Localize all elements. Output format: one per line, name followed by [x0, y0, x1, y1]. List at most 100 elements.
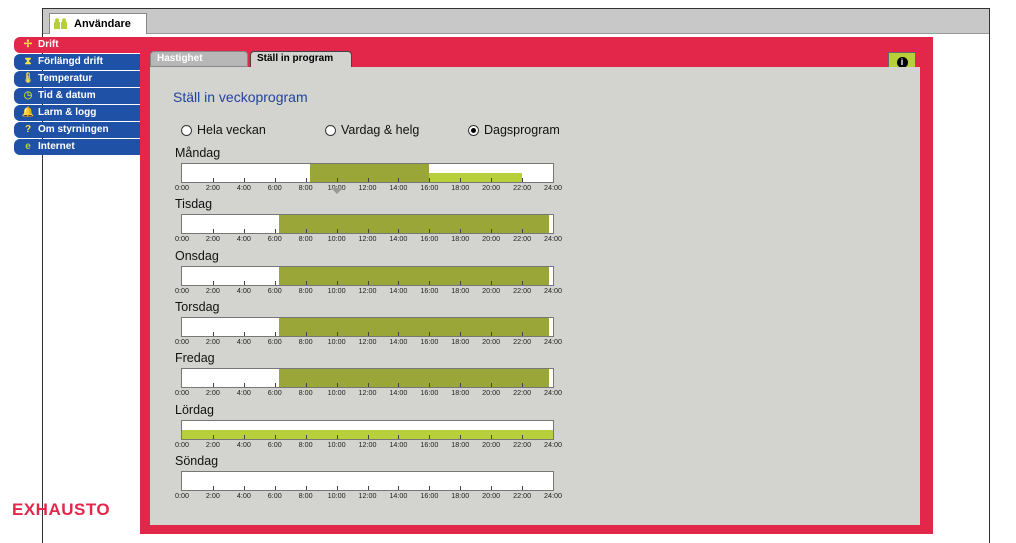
- radio-label: Hela veckan: [197, 123, 266, 137]
- tick-label: 2:00: [205, 388, 220, 398]
- time-axis: 0:00 2:00 4:00 6:00 8:00 10:00 12:00 14:00 16:00…: [175, 388, 562, 400]
- tab-anvandare[interactable]: Användare: [49, 13, 147, 34]
- tick-label: 2:00: [205, 336, 220, 346]
- tick-label: 10:00: [327, 388, 346, 398]
- tick-label: 0:00: [175, 336, 189, 346]
- tick-label: 2:00: [205, 439, 220, 449]
- time-axis: 0:00 2:00 4:00 6:00 8:00 10:00 12:00 14:00 16:00…: [175, 285, 562, 298]
- schedule-segment[interactable]: [309, 164, 430, 182]
- tick-label: 18:00: [451, 285, 470, 295]
- menu-item-förlängd-drift[interactable]: ⧗ Förlängd drift: [14, 54, 140, 70]
- tick-mark: [460, 383, 462, 388]
- tick-label: 6:00: [267, 234, 282, 244]
- page-title: Ställ in veckoprogram: [173, 89, 308, 105]
- day-timeline[interactable]: [181, 163, 554, 183]
- day-timeline[interactable]: [181, 470, 554, 491]
- tab-stall-in-program[interactable]: Ställ in program: [250, 51, 352, 68]
- tick-mark: [212, 229, 214, 234]
- schedule-panel: Ställ in veckoprogram Hela veckan Vardag…: [150, 67, 920, 525]
- tick-mark: [522, 331, 524, 336]
- menu-item-label: Drift: [38, 39, 59, 50]
- tick-label: 10:00: [327, 490, 346, 500]
- menu-item-drift[interactable]: ✢ Drift: [14, 37, 140, 53]
- tick-label: 0:00: [175, 490, 189, 500]
- tick-label: 20:00: [482, 439, 501, 449]
- day-timeline[interactable]: [181, 265, 554, 286]
- tick-mark: [522, 280, 524, 285]
- menu-item-temperatur[interactable]: 🌡 Temperatur: [14, 71, 140, 87]
- tick-mark: [336, 229, 338, 234]
- tick-mark: [367, 434, 369, 439]
- question-icon: ?: [24, 124, 32, 135]
- day-label: Torsdag: [175, 299, 220, 314]
- menu-item-tid-datum[interactable]: ◷ Tid & datum: [14, 88, 140, 104]
- tick-mark: [243, 434, 245, 439]
- tick-label: 24:00: [544, 490, 562, 500]
- tick-label: 8:00: [298, 183, 313, 192]
- tick-label: 6:00: [267, 388, 282, 398]
- tick-label: 12:00: [358, 388, 377, 398]
- tick-label: 24:00: [544, 285, 562, 295]
- tick-mark: [336, 280, 338, 285]
- tick-label: 10:00: [327, 336, 346, 346]
- radio-button[interactable]: [181, 124, 192, 136]
- tick-mark: [460, 331, 462, 336]
- tick-mark: [522, 434, 524, 439]
- tick-mark: [243, 485, 245, 490]
- tick-mark: [398, 331, 400, 336]
- schedule-segment[interactable]: [278, 266, 550, 285]
- tick-label: 22:00: [513, 490, 532, 500]
- tick-label: 14:00: [389, 490, 408, 500]
- schedule-segment[interactable]: [429, 173, 523, 182]
- tick-mark: [460, 434, 462, 439]
- tab-hastighet[interactable]: Hastighet: [150, 51, 248, 67]
- schedule-segment[interactable]: [278, 215, 550, 234]
- schedule-segment[interactable]: [278, 369, 550, 388]
- day-timeline[interactable]: [181, 419, 554, 440]
- tick-mark: [212, 178, 214, 182]
- tick-label: 4:00: [236, 234, 251, 244]
- tick-label: 16:00: [420, 285, 439, 295]
- tick-mark: [429, 229, 431, 234]
- radio-label: Dagsprogram: [484, 123, 560, 137]
- menu-item-om-styrningen[interactable]: ? Om styrningen: [14, 122, 140, 138]
- tick-mark: [243, 178, 245, 182]
- radio-hela-veckan[interactable]: Hela veckan: [181, 123, 266, 137]
- menu-item-label: Internet: [38, 141, 75, 152]
- thermometer-icon: 🌡: [21, 73, 35, 84]
- day-timeline[interactable]: [181, 316, 554, 337]
- globe-icon: e: [25, 141, 31, 152]
- tick-label: 24:00: [544, 234, 562, 244]
- tick-label: 22:00: [513, 439, 532, 449]
- tick-label: 18:00: [451, 490, 470, 500]
- clock-icon: ◷: [23, 90, 33, 101]
- menu-item-larm-logg[interactable]: 🔔 Larm & logg: [14, 105, 140, 121]
- menu-item-internet[interactable]: e Internet: [14, 139, 140, 155]
- day-timeline[interactable]: [181, 214, 554, 235]
- radio-dagsprogram[interactable]: Dagsprogram: [468, 123, 560, 137]
- tick-mark: [398, 434, 400, 439]
- tick-label: 12:00: [358, 490, 377, 500]
- tick-mark: [491, 383, 493, 388]
- radio-button[interactable]: [325, 124, 336, 136]
- tick-label: 14:00: [389, 285, 408, 295]
- tick-mark: [398, 178, 400, 182]
- bell-icon: 🔔: [21, 107, 35, 118]
- tick-mark: [336, 434, 338, 439]
- tick-mark: [274, 485, 276, 490]
- radio-button[interactable]: [468, 124, 479, 136]
- schedule-segment[interactable]: [278, 317, 550, 336]
- tick-label: 14:00: [389, 439, 408, 449]
- tick-label: 10:00: [327, 285, 346, 295]
- tick-label: 20:00: [482, 490, 501, 500]
- tick-mark: [243, 280, 245, 285]
- time-marker-icon[interactable]: [330, 188, 343, 195]
- day-timeline[interactable]: [181, 368, 554, 389]
- radio-vardag-helg[interactable]: Vardag & helg: [325, 123, 419, 137]
- fan-icon: ✢: [23, 39, 33, 50]
- tick-mark: [491, 280, 493, 285]
- tick-mark: [429, 331, 431, 336]
- tick-label: 0:00: [175, 439, 189, 449]
- tick-mark: [367, 331, 369, 336]
- tick-label: 12:00: [358, 439, 377, 449]
